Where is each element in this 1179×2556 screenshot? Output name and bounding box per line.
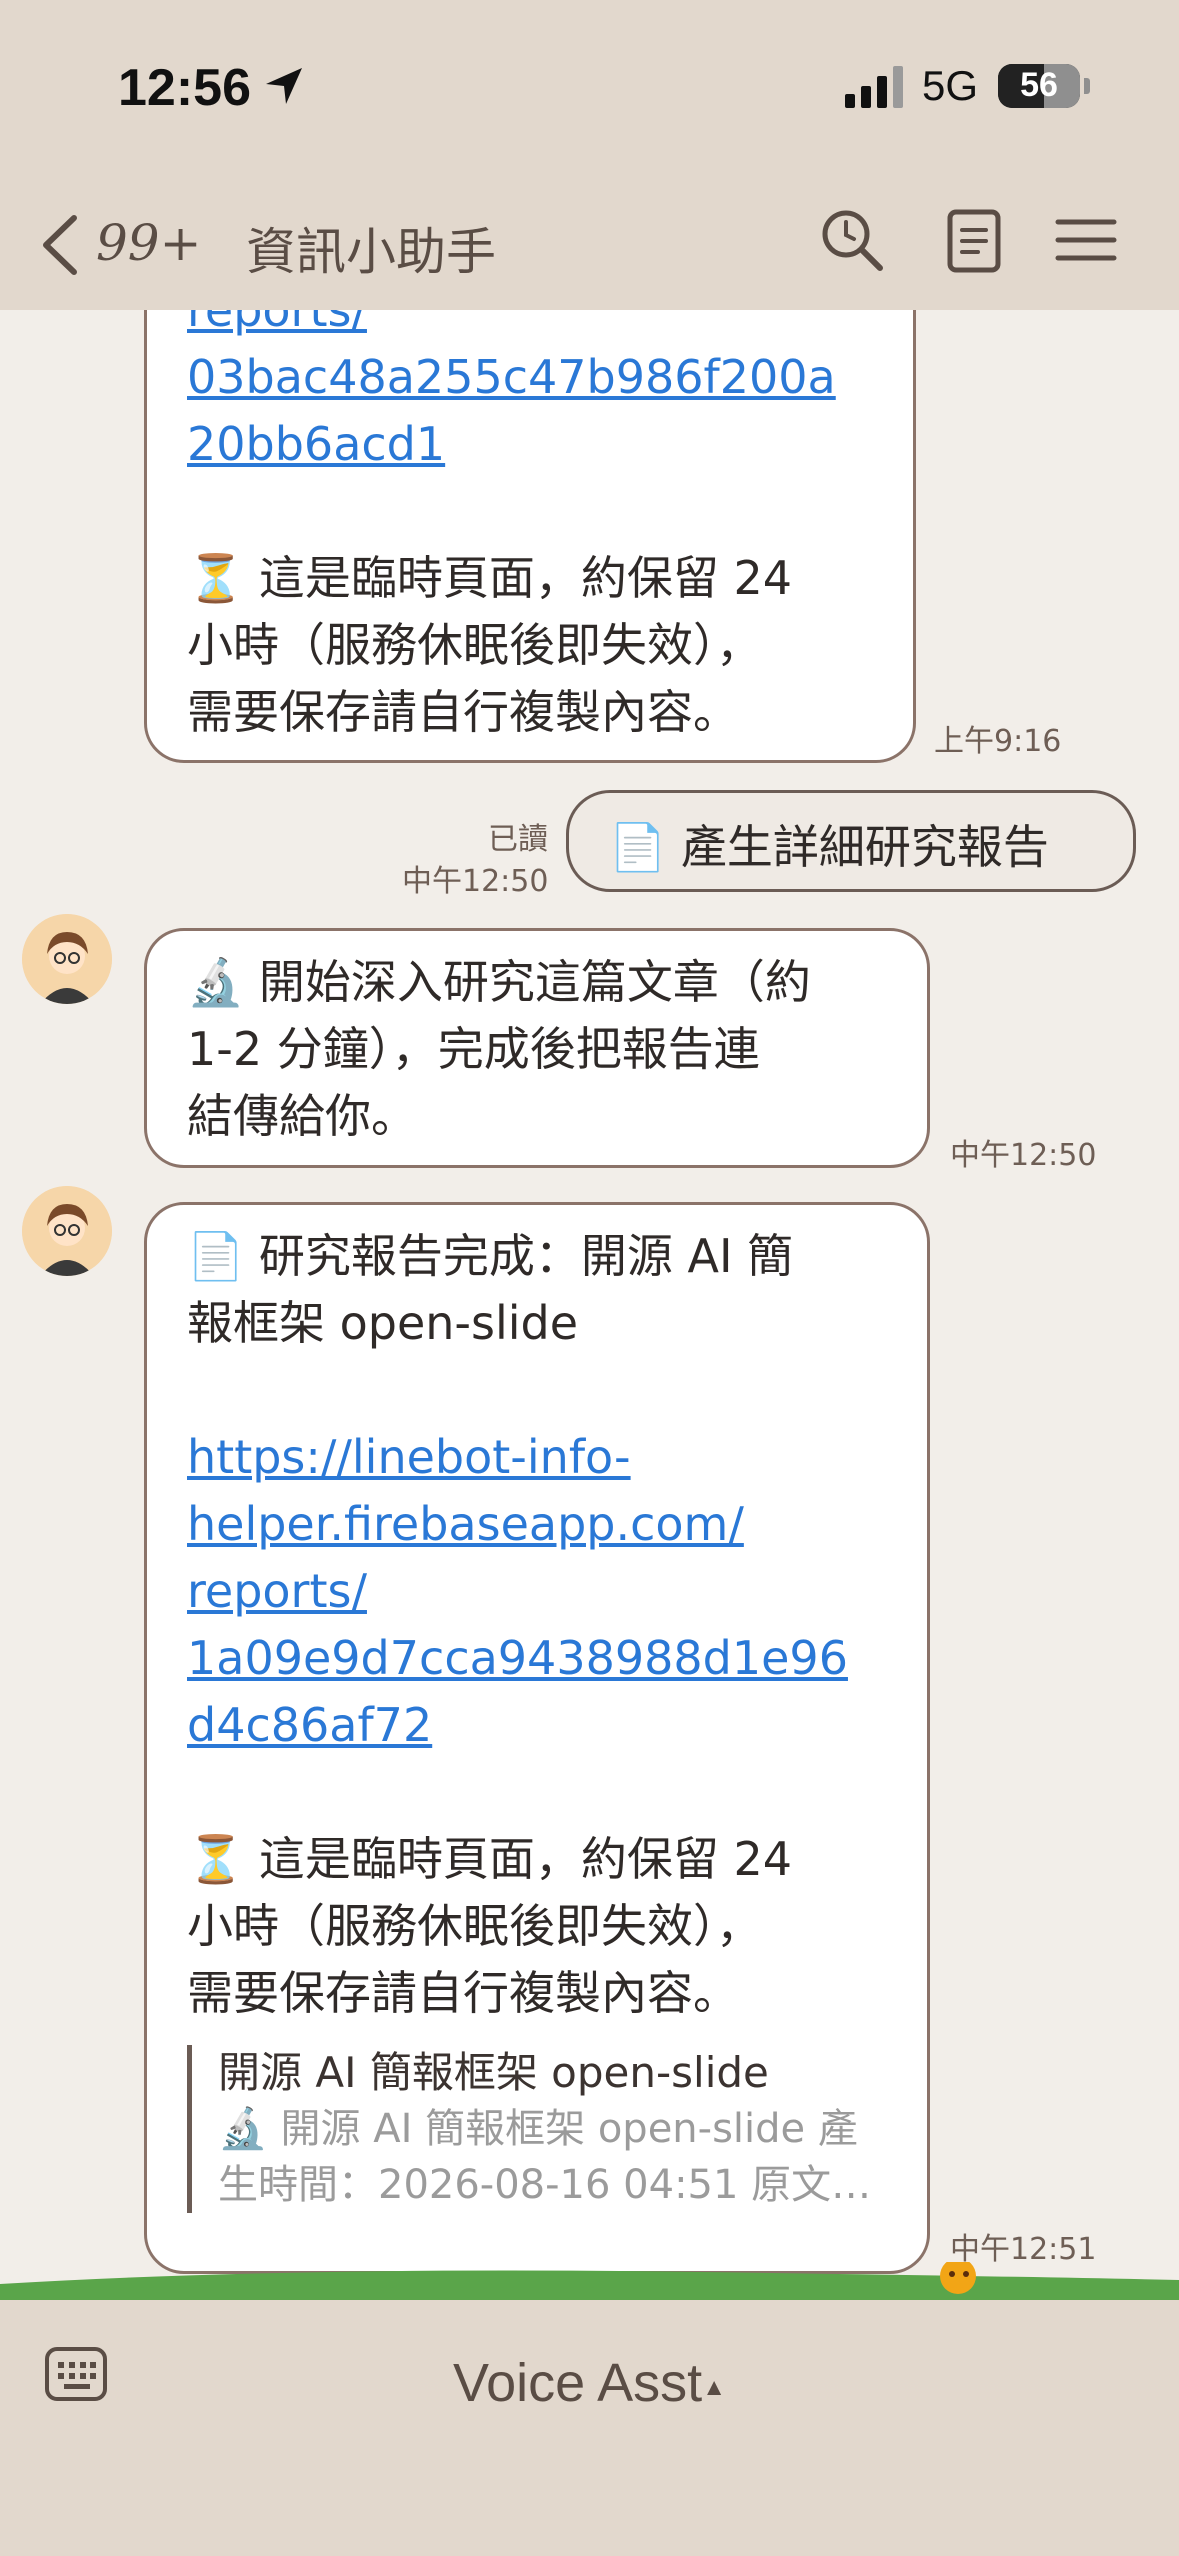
bottom-bar [0, 2300, 1179, 2556]
message-text: 研究報告完成：開源 AI 簡 [258, 1229, 794, 1283]
message-text: 這是臨時頁面，約保留 24 [258, 551, 793, 605]
report-link-line[interactable]: 03bac48a255c47b986f200a [187, 344, 873, 411]
cellular-signal-icon [845, 66, 903, 108]
link-preview[interactable]: 開源 AI 簡報框架 open-slide 🔬 開源 AI 簡報框架 open-… [187, 2045, 887, 2213]
battery-tip [1084, 78, 1090, 94]
microscope-icon: 🔬 [187, 955, 245, 1009]
message-text: 結傳給你。 [187, 1089, 417, 1143]
hourglass-icon: ⏳ [187, 551, 245, 605]
report-link-line[interactable]: d4c86af72 [187, 1692, 887, 1759]
avatar[interactable] [22, 914, 112, 1004]
read-receipt: 已讀 [488, 822, 548, 857]
message-text: 需要保存請自行複製內容。 [187, 685, 739, 739]
message-bubble-received[interactable]: reports/ 03bac48a255c47b986f200a 20bb6ac… [144, 310, 916, 763]
link-preview-description: 開源 AI 簡報框架 open-slide 產 [280, 2106, 858, 2152]
menu-icon[interactable] [1052, 206, 1120, 274]
message-text: 小時（服務休眠後即失效）， [187, 618, 762, 672]
message-time: 中午12:50 [950, 1138, 1097, 1173]
chat-area[interactable]: reports/ 03bac48a255c47b986f200a 20bb6ac… [0, 310, 1179, 2300]
message-text: 報框架 open-slide [187, 1296, 579, 1350]
report-link-line[interactable]: helper.firebaseapp.com/ [187, 1491, 887, 1558]
document-icon: 📄 [609, 820, 667, 874]
voice-assistant-button[interactable]: Voice Asst▲ [0, 2352, 1179, 2414]
report-link-line[interactable]: reports/ [187, 310, 873, 344]
voice-assistant-label: Voice Asst [453, 2353, 703, 2413]
message-text: 產生詳細研究報告 [680, 820, 1049, 874]
message-bubble-received[interactable]: 📄 研究報告完成：開源 AI 簡 報框架 open-slide https://… [144, 1202, 930, 2274]
document-icon: 📄 [187, 1229, 245, 1283]
report-link-line[interactable]: https://linebot-info- [187, 1424, 887, 1491]
message-text: 1-2 分鐘），完成後把報告連 [187, 1022, 760, 1076]
search-icon[interactable] [818, 206, 886, 274]
message-time: 中午12:50 [402, 864, 549, 899]
microscope-icon: 🔬 [218, 2106, 268, 2152]
message-time: 上午9:16 [934, 724, 1062, 759]
message-text: 需要保存請自行複製內容。 [187, 1966, 739, 2020]
avatar[interactable] [22, 1186, 112, 1276]
battery-icon: 56 [998, 64, 1080, 108]
message-text: 這是臨時頁面，約保留 24 [258, 1832, 793, 1886]
grass-decoration-icon [0, 2262, 1179, 2302]
avatar-illustration-icon [22, 1186, 112, 1276]
unread-count[interactable]: 99+ [96, 214, 202, 272]
hourglass-icon: ⏳ [187, 1832, 245, 1886]
message-bubble-sent[interactable]: 📄 產生詳細研究報告 [566, 790, 1136, 892]
caret-up-icon: ▲ [702, 2374, 726, 2401]
link-preview-title: 開源 AI 簡報框架 open-slide [218, 2048, 769, 2097]
message-text: 小時（服務休眠後即失效）， [187, 1899, 762, 1953]
report-link-line[interactable]: 1a09e9d7cca9438988d1e96 [187, 1625, 887, 1692]
avatar-illustration-icon [22, 914, 112, 1004]
notes-icon[interactable] [940, 206, 1008, 274]
network-type: 5G [922, 62, 979, 109]
message-bubble-received[interactable]: 🔬 開始深入研究這篇文章（約 1-2 分鐘），完成後把報告連 結傳給你。 [144, 928, 930, 1168]
link-preview-description: 生時間：2026-08-16 04:51 原文… [218, 2162, 872, 2208]
location-arrow-icon [266, 68, 302, 104]
report-link-line[interactable]: 20bb6acd1 [187, 411, 873, 478]
status-time: 12:56 [118, 59, 251, 117]
message-text: 開始深入研究這篇文章（約 [258, 955, 811, 1009]
chat-title[interactable]: 資訊小助手 [246, 212, 496, 284]
battery-percent: 56 [1020, 66, 1058, 104]
back-chevron-icon[interactable] [38, 210, 82, 280]
report-link-line[interactable]: reports/ [187, 1558, 887, 1625]
